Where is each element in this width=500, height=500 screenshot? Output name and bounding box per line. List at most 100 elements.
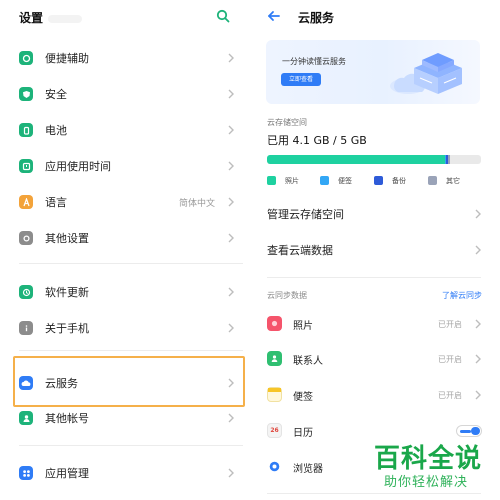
chevron-right-icon <box>228 413 234 423</box>
photos-icon <box>267 316 282 331</box>
chevron-right-icon <box>475 209 481 219</box>
other-settings-icon <box>19 231 33 245</box>
chevron-right-icon <box>475 319 481 329</box>
settings-item-label: 便捷辅助 <box>45 52 89 65</box>
settings-item-accessibility[interactable]: 便捷辅助 <box>0 40 253 76</box>
cloud-service-panel: 云服务 一分钟读懂云服务 立即查看 云存储空间 已用 4.1 GB / 5 GB… <box>253 0 500 500</box>
chevron-right-icon <box>228 468 234 478</box>
sync-section-header: 云同步数据 <box>267 291 307 300</box>
settings-item-label: 应用使用时间 <box>45 160 111 173</box>
settings-item-label: 安全 <box>45 88 67 101</box>
settings-item-label: 电池 <box>45 124 67 137</box>
divider <box>19 263 243 264</box>
blurred-text <box>48 15 82 23</box>
legend-swatch <box>320 176 329 185</box>
account-icon <box>19 411 33 425</box>
back-arrow-icon[interactable] <box>267 9 281 23</box>
settings-item-language[interactable]: 语言 简体中文 <box>0 184 253 220</box>
watermark-main-text: 百科全说 <box>374 444 483 474</box>
settings-item-app-management[interactable]: 应用管理 <box>0 455 253 491</box>
storage-progress-bar <box>267 155 481 164</box>
calendar-day: 26 <box>270 427 279 434</box>
watermark-sub-text: 助你轻松解决 <box>384 475 469 490</box>
cloud-server-illustration <box>390 53 462 94</box>
toggle-track <box>460 430 471 433</box>
storage-label: 云存储空间 <box>267 118 307 127</box>
contacts-icon <box>267 351 282 366</box>
sync-item-label: 日历 <box>293 428 313 439</box>
sync-item-label: 浏览器 <box>293 464 323 475</box>
settings-item-app-usage[interactable]: 应用使用时间 <box>0 148 253 184</box>
settings-item-label: 其他帐号 <box>45 412 89 425</box>
legend-swatch <box>267 176 276 185</box>
menu-item-label: 查看云端数据 <box>267 244 333 257</box>
chevron-right-icon <box>228 161 234 171</box>
chevron-right-icon <box>228 233 234 243</box>
legend-label: 备份 <box>392 177 406 185</box>
settings-header: 设置 <box>0 0 253 34</box>
calendar-icon: 26 <box>267 423 282 438</box>
menu-item-label: 管理云存储空间 <box>267 208 344 221</box>
sync-item-label: 联系人 <box>293 356 323 367</box>
manage-cloud-storage-item[interactable]: 管理云存储空间 <box>253 196 500 232</box>
settings-panel: 设置 便捷辅助 安全 电池 应用使用时间 语言 简体中文 其他设置 软件更新 关… <box>0 0 253 500</box>
settings-item-other-settings[interactable]: 其他设置 <box>0 220 253 256</box>
page-title: 设置 <box>19 11 44 25</box>
battery-icon <box>19 123 33 137</box>
toggle-knob <box>471 427 480 435</box>
accessibility-icon <box>19 51 33 65</box>
settings-item-label: 软件更新 <box>45 286 89 299</box>
chevron-right-icon <box>475 354 481 364</box>
legend-label: 照片 <box>285 177 299 185</box>
sync-item-contacts[interactable]: 联系人 已开启 <box>253 341 500 377</box>
settings-item-label: 关于手机 <box>45 322 89 335</box>
storage-segment-3 <box>448 155 450 164</box>
shield-icon <box>19 87 33 101</box>
app-management-icon <box>19 466 33 480</box>
chevron-right-icon <box>228 125 234 135</box>
browser-icon <box>267 459 282 474</box>
divider <box>267 493 481 494</box>
chevron-right-icon <box>228 287 234 297</box>
chevron-right-icon <box>228 53 234 63</box>
settings-item-about-phone[interactable]: 关于手机 <box>0 310 253 346</box>
highlight-box <box>13 356 245 407</box>
calendar-sync-toggle[interactable] <box>456 425 482 437</box>
chevron-right-icon <box>475 390 481 400</box>
sync-item-photos[interactable]: 照片 已开启 <box>253 306 500 342</box>
software-update-icon <box>19 285 33 299</box>
chevron-right-icon <box>228 323 234 333</box>
settings-item-label: 语言 <box>45 196 67 209</box>
about-phone-icon <box>19 321 33 335</box>
promo-banner[interactable]: 一分钟读懂云服务 立即查看 <box>266 40 480 104</box>
sync-status: 已开启 <box>438 355 462 364</box>
legend-label: 其它 <box>446 177 460 185</box>
app-usage-icon <box>19 159 33 173</box>
settings-item-label: 应用管理 <box>45 467 89 480</box>
sync-status: 已开启 <box>438 391 462 400</box>
view-cloud-data-item[interactable]: 查看云端数据 <box>253 232 500 268</box>
legend-label: 便签 <box>338 177 352 185</box>
language-value: 简体中文 <box>178 199 215 209</box>
chevron-right-icon <box>228 197 234 207</box>
watermark-logo: 百科全说 助你轻松解决 <box>370 438 490 493</box>
storage-used-text: 已用 4.1 GB / 5 GB <box>267 134 367 147</box>
chevron-right-icon <box>475 245 481 255</box>
sync-item-label: 便签 <box>293 392 313 403</box>
settings-item-software-update[interactable]: 软件更新 <box>0 274 253 310</box>
sync-item-notes[interactable]: 便签 已开启 <box>253 377 500 413</box>
chevron-right-icon <box>228 89 234 99</box>
search-icon[interactable] <box>216 9 230 23</box>
divider <box>19 445 243 446</box>
sync-status: 已开启 <box>438 320 462 329</box>
page-title: 云服务 <box>298 11 335 25</box>
view-now-button[interactable]: 立即查看 <box>281 73 321 86</box>
legend-swatch <box>374 176 383 185</box>
divider <box>267 277 481 278</box>
settings-item-label: 其他设置 <box>45 232 89 245</box>
language-icon <box>19 195 33 209</box>
legend-swatch <box>428 176 437 185</box>
settings-item-security[interactable]: 安全 <box>0 76 253 112</box>
settings-item-battery[interactable]: 电池 <box>0 112 253 148</box>
learn-sync-link[interactable]: 了解云同步 <box>442 290 482 301</box>
